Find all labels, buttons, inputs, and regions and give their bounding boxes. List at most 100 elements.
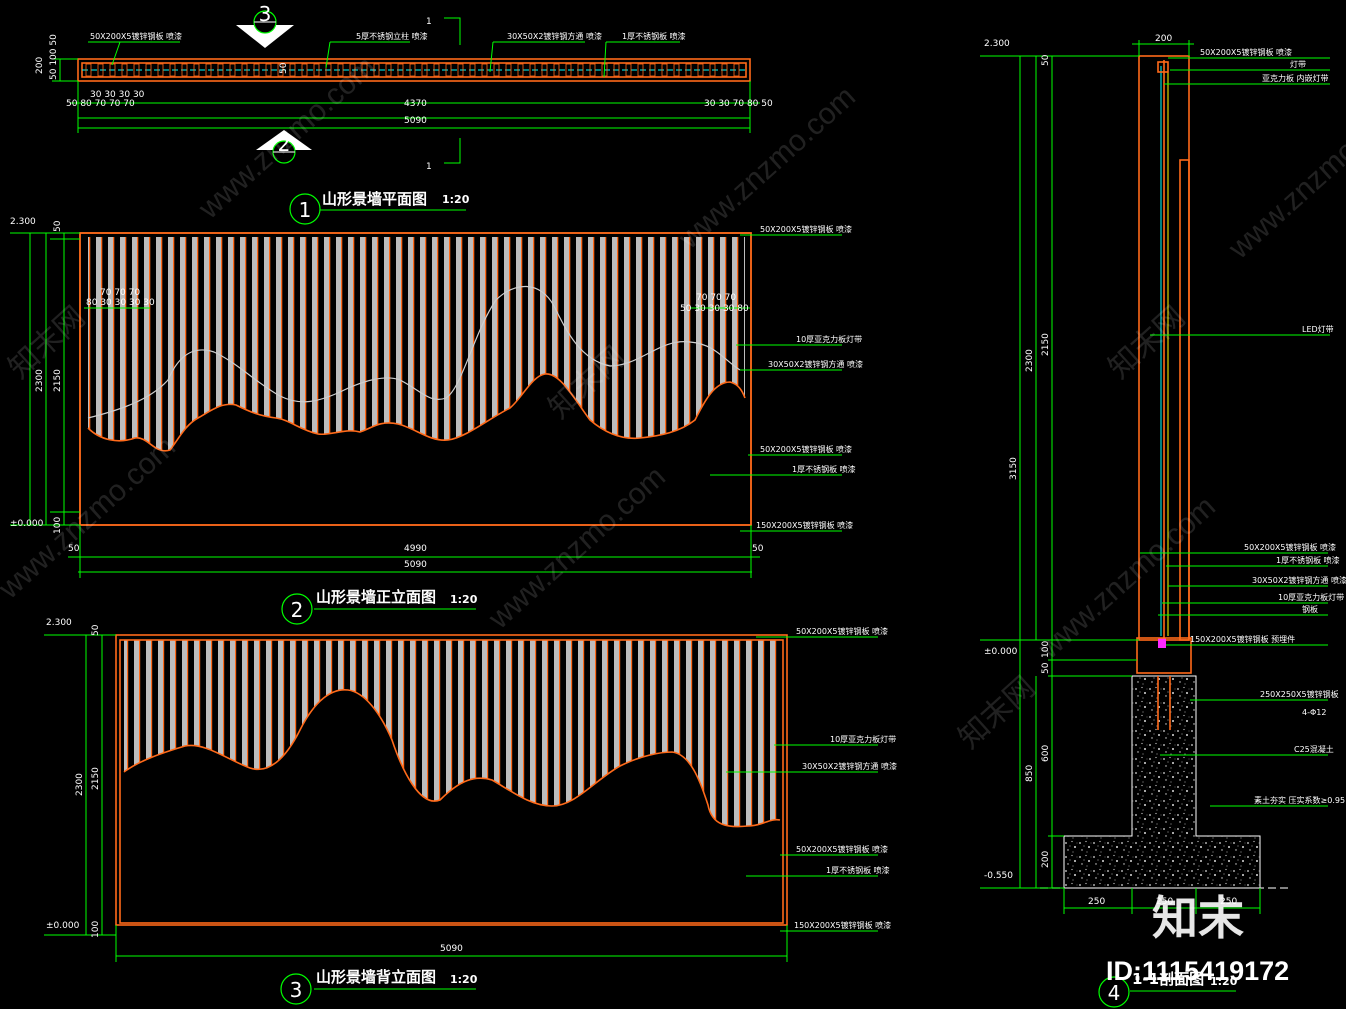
plan-note-2: 5厚不锈钢立柱 喷漆 bbox=[356, 31, 428, 41]
section-note-13: C25混凝土 bbox=[1294, 744, 1334, 754]
section-note-6: 1厚不锈钢板 喷漆 bbox=[1276, 555, 1340, 565]
plan-view: 30 30 30 30 50 80 70 70 70 4370 30 30 70… bbox=[35, 2, 773, 225]
front-view-title: 山形景墙正立面图 bbox=[316, 588, 436, 606]
section-footing bbox=[1063, 675, 1261, 889]
back-dim-top: 50 bbox=[91, 624, 101, 636]
back-view-title: 山形景墙背立面图 bbox=[316, 968, 436, 986]
watermark-cn-3: 知末网 bbox=[1103, 300, 1192, 385]
watermark-3: www.znzmo.com bbox=[1222, 90, 1346, 266]
brand-logo: 知末 bbox=[1152, 891, 1244, 945]
watermark-cn-1: 知末网 bbox=[3, 300, 92, 385]
section-note-4: LED灯带 bbox=[1302, 324, 1334, 334]
plan-dim-middle: 4370 bbox=[404, 99, 427, 109]
front-note-2: 10厚亚克力板灯带 bbox=[796, 334, 862, 344]
front-elevation: 2.300 ±0.000 2300 2150 50 100 50 4990 50… bbox=[10, 217, 863, 625]
front-view-scale: 1:20 bbox=[450, 593, 478, 606]
front-note-1: 50X200X5镀锌钢板 喷漆 bbox=[760, 224, 852, 234]
back-note-5: 1厚不锈钢板 喷漆 bbox=[826, 865, 890, 875]
plan-dim-depth: 200 bbox=[35, 57, 45, 74]
back-note-3: 30X50X2镀锌钢方通 喷漆 bbox=[802, 761, 897, 771]
section-dim-plinth: 50 bbox=[1041, 662, 1051, 674]
front-detail-left: 70 70 70 bbox=[100, 288, 140, 298]
section-dim-total: 3150 bbox=[1009, 457, 1019, 480]
back-elev-top: 2.300 bbox=[46, 618, 72, 628]
back-width-total: 5090 bbox=[440, 944, 463, 954]
cad-drawing-canvas: 30 30 30 30 50 80 70 70 70 4370 30 30 70… bbox=[0, 2, 1346, 1008]
watermark-4: www.znzmo.com bbox=[0, 430, 182, 606]
plan-view-scale: 1:20 bbox=[442, 193, 470, 206]
plan-title-block: 1 山形景墙平面图 1:20 bbox=[289, 190, 470, 225]
section-mark-3: 3 bbox=[236, 2, 294, 48]
front-height-inner: 2150 bbox=[53, 369, 63, 392]
watermark-5: www.znzmo.com bbox=[482, 460, 672, 636]
section-elev-zero: ±0.000 bbox=[984, 647, 1018, 657]
front-detail-right: 70 70 70 bbox=[696, 293, 736, 303]
section-elev-top: 2.300 bbox=[984, 39, 1010, 49]
plan-view-number: 1 bbox=[299, 198, 312, 222]
back-view-number: 3 bbox=[290, 978, 303, 1002]
section-top-cap bbox=[1157, 61, 1169, 73]
back-elevation: 2.300 ±0.000 2300 2150 50 100 5090 50X20… bbox=[44, 618, 897, 1005]
cut-label-top: 1 bbox=[426, 17, 432, 27]
plan-dim-row-left: 50 80 70 70 70 bbox=[66, 99, 135, 109]
front-note-6: 150X200X5镀锌钢板 喷漆 bbox=[756, 520, 853, 530]
front-note-5: 1厚不锈钢板 喷漆 bbox=[792, 464, 856, 474]
front-detail-left-2: 80 30 30 30 30 bbox=[86, 298, 155, 308]
back-note-6: 150X200X5镀锌钢板 喷漆 bbox=[794, 920, 891, 930]
back-note-2: 10厚亚克力板灯带 bbox=[830, 734, 896, 744]
section-dims-left bbox=[980, 55, 1139, 889]
section-dim-wall: 2300 bbox=[1025, 349, 1035, 372]
section-note-7: 30X50X2镀锌钢方通 喷漆 bbox=[1252, 575, 1346, 585]
section-foot-left: 250 bbox=[1088, 897, 1105, 907]
section-note-1: 50X200X5镀锌钢板 喷漆 bbox=[1200, 47, 1292, 57]
section-note-2: 灯带 bbox=[1290, 59, 1306, 69]
front-width-total: 5090 bbox=[404, 560, 427, 570]
plan-note-1: 50X200X5镀锌钢板 喷漆 bbox=[90, 31, 182, 41]
back-height-inner: 2150 bbox=[91, 767, 101, 790]
plan-note-4: 1厚不锈钢板 喷漆 bbox=[622, 31, 686, 41]
front-elev-top: 2.300 bbox=[10, 217, 36, 227]
section-dim-found: 850 bbox=[1025, 765, 1035, 782]
back-title-block: 3 山形景墙背立面图 1:20 bbox=[280, 968, 478, 1005]
front-slats bbox=[88, 237, 745, 451]
section-back-plate bbox=[1179, 159, 1190, 641]
section-elev-bottom: -0.550 bbox=[984, 871, 1013, 881]
section-note-14: 素土夯实 压实系数≥0.95 bbox=[1254, 795, 1345, 805]
plan-view-title: 山形景墙平面图 bbox=[322, 190, 427, 208]
front-note-4: 50X200X5镀锌钢板 喷漆 bbox=[760, 444, 852, 454]
section-base-plate bbox=[1158, 638, 1166, 648]
cut-line-1: 1 1 bbox=[426, 17, 461, 172]
section-dim-top: 50 bbox=[1041, 54, 1051, 66]
section-dim-pier: 600 bbox=[1041, 745, 1051, 762]
plan-dim-row-right: 30 30 70 80 50 bbox=[704, 99, 773, 109]
section-note-10: 150X200X5镀锌钢板 预埋件 bbox=[1190, 634, 1295, 644]
cut-label-bottom: 1 bbox=[426, 162, 432, 172]
front-view-number: 2 bbox=[291, 598, 304, 622]
section-note-12: 4-Φ12 bbox=[1302, 708, 1326, 717]
section-width-top: 200 bbox=[1155, 34, 1172, 44]
plan-dim-center: 50 bbox=[279, 62, 289, 74]
section-note-11: 250X250X5镀锌钢板 bbox=[1260, 689, 1339, 699]
section-dim-footing: 200 bbox=[1041, 851, 1051, 868]
watermark-cn-4: 知末网 bbox=[953, 670, 1042, 755]
front-side-right: 50 bbox=[752, 544, 764, 554]
back-dim-bottom: 100 bbox=[91, 921, 101, 938]
front-title-block: 2 山形景墙正立面图 1:20 bbox=[281, 588, 478, 625]
plan-note-3: 30X50X2镀锌钢方通 喷漆 bbox=[507, 31, 602, 41]
section-note-5: 50X200X5镀锌钢板 喷漆 bbox=[1244, 542, 1336, 552]
plan-dim-depth-b: 50 100 50 bbox=[49, 34, 59, 80]
back-elev-bottom: ±0.000 bbox=[46, 921, 80, 931]
back-height-total: 2300 bbox=[75, 773, 85, 796]
back-slats bbox=[124, 640, 780, 827]
section-note-9: 钢板 bbox=[1302, 604, 1318, 614]
plan-dim-overall: 5090 bbox=[404, 116, 427, 126]
front-elev-bottom: ±0.000 bbox=[10, 519, 44, 529]
front-detail-right-2: 50 30 30 30 80 bbox=[680, 304, 749, 314]
section-dim-wall-inner: 2150 bbox=[1041, 333, 1051, 356]
section-note-3: 亚克力板 内嵌灯带 bbox=[1262, 73, 1329, 83]
back-note-1: 50X200X5镀锌钢板 喷漆 bbox=[796, 626, 888, 636]
section-mark-3-label: 3 bbox=[259, 2, 272, 26]
front-note-3: 30X50X2镀锌钢方通 喷漆 bbox=[768, 359, 863, 369]
back-note-4: 50X200X5镀锌钢板 喷漆 bbox=[796, 844, 888, 854]
front-dim-top: 50 bbox=[53, 220, 63, 232]
